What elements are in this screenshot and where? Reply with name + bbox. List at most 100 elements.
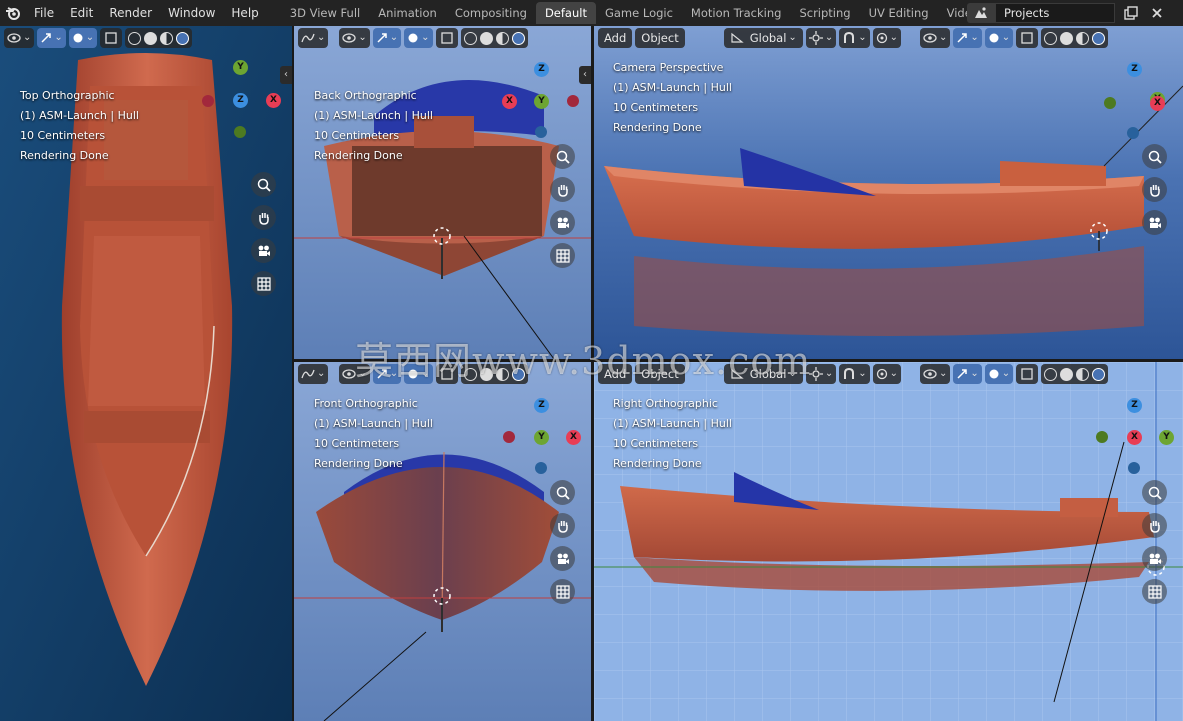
pivot-point-dropdown[interactable] xyxy=(805,28,837,48)
scene-icon[interactable] xyxy=(967,3,995,23)
zoom-icon[interactable] xyxy=(550,480,575,505)
tab-game-logic[interactable]: Game Logic xyxy=(596,2,682,24)
wireframe-shading-icon[interactable] xyxy=(1044,31,1058,45)
area-divider[interactable] xyxy=(292,26,294,721)
camera-view-icon[interactable] xyxy=(550,546,575,571)
tab-compositing[interactable]: Compositing xyxy=(446,2,536,24)
material-shading-icon[interactable] xyxy=(160,31,174,45)
axis-x-icon[interactable]: X xyxy=(566,430,581,445)
material-shading-icon[interactable] xyxy=(1076,367,1090,381)
gizmo-toggle[interactable] xyxy=(372,28,402,48)
menu-render[interactable]: Render xyxy=(101,0,160,26)
menu-file[interactable]: File xyxy=(26,0,62,26)
visibility-dropdown[interactable] xyxy=(919,364,951,384)
rendered-shading-icon[interactable] xyxy=(511,31,525,45)
xray-toggle[interactable] xyxy=(435,28,458,48)
viewport-back-orthographic[interactable]: Back Orthographic (1) ASM-Launch | Hull … xyxy=(294,26,591,359)
axis-neg-z-icon[interactable] xyxy=(535,126,547,138)
pan-hand-icon[interactable] xyxy=(251,205,276,230)
axis-y-icon[interactable]: Y xyxy=(233,60,248,75)
snap-dropdown[interactable] xyxy=(839,28,870,48)
ortho-grid-icon[interactable] xyxy=(1142,579,1167,604)
xray-toggle[interactable] xyxy=(1016,364,1039,384)
axis-neg-y-icon[interactable] xyxy=(1096,431,1108,443)
delete-scene-icon[interactable] xyxy=(1147,4,1167,22)
visibility-dropdown[interactable] xyxy=(4,28,35,48)
axis-z-icon[interactable]: Z xyxy=(233,93,248,108)
axis-z-icon[interactable]: Z xyxy=(1127,62,1142,77)
navigation-gizmo-camera[interactable]: Z Y X xyxy=(1094,60,1180,140)
editor-type-dropdown[interactable] xyxy=(298,364,329,384)
blender-logo-icon[interactable] xyxy=(0,0,26,26)
axis-neg-x-icon[interactable] xyxy=(567,95,579,107)
ortho-grid-icon[interactable] xyxy=(550,579,575,604)
pan-hand-icon[interactable] xyxy=(1142,177,1167,202)
camera-view-icon[interactable] xyxy=(550,210,575,235)
pan-hand-icon[interactable] xyxy=(1142,513,1167,538)
collapse-region-arrow[interactable]: ‹ xyxy=(280,66,292,84)
axis-y-icon[interactable]: Y xyxy=(1159,430,1174,445)
axis-x-icon[interactable]: X xyxy=(502,94,517,109)
axis-neg-x-icon[interactable] xyxy=(202,95,214,107)
navigation-gizmo-top[interactable]: Y Z X xyxy=(198,60,288,150)
axis-z-icon[interactable]: Z xyxy=(1127,398,1142,413)
menu-help[interactable]: Help xyxy=(223,0,266,26)
axis-neg-z-icon[interactable] xyxy=(535,462,547,474)
scene-selector[interactable]: Projects xyxy=(967,3,1115,23)
overlay-toggle[interactable] xyxy=(984,28,1014,48)
solid-shading-icon[interactable] xyxy=(1060,31,1074,45)
rendered-shading-icon[interactable] xyxy=(176,31,190,45)
transform-orientation-dropdown[interactable]: Global xyxy=(723,28,803,48)
material-shading-icon[interactable] xyxy=(1076,31,1090,45)
zoom-icon[interactable] xyxy=(1142,480,1167,505)
axis-neg-z-icon[interactable] xyxy=(1128,462,1140,474)
overlay-toggle[interactable] xyxy=(984,364,1014,384)
ortho-grid-icon[interactable] xyxy=(251,271,276,296)
axis-neg-x-icon[interactable] xyxy=(503,431,515,443)
gizmo-toggle[interactable] xyxy=(953,364,982,384)
collapse-region-arrow[interactable]: ‹ xyxy=(579,66,591,84)
add-menu[interactable]: Add xyxy=(598,28,633,48)
snap-dropdown[interactable] xyxy=(839,364,870,384)
editor-type-dropdown[interactable] xyxy=(298,28,329,48)
axis-y-icon[interactable]: Y xyxy=(534,430,549,445)
gizmo-toggle[interactable] xyxy=(953,28,982,48)
tab-scripting[interactable]: Scripting xyxy=(790,2,859,24)
ortho-grid-icon[interactable] xyxy=(550,243,575,268)
axis-x-icon[interactable]: X xyxy=(1127,430,1142,445)
xray-toggle[interactable] xyxy=(100,28,123,48)
axis-x-icon[interactable]: X xyxy=(1150,96,1165,111)
camera-view-icon[interactable] xyxy=(1142,210,1167,235)
axis-neg-y-icon[interactable] xyxy=(1104,97,1116,109)
axis-z-icon[interactable]: Z xyxy=(534,62,549,77)
zoom-icon[interactable] xyxy=(550,144,575,169)
viewport-right-orthographic[interactable]: Add Object Global Right Orthographic (1)… xyxy=(594,362,1183,721)
material-shading-icon[interactable] xyxy=(495,31,509,45)
rendered-shading-icon[interactable] xyxy=(1092,367,1106,381)
solid-shading-icon[interactable] xyxy=(1060,367,1074,381)
axis-x-icon[interactable]: X xyxy=(266,93,281,108)
overlay-toggle[interactable] xyxy=(68,28,98,48)
visibility-dropdown[interactable] xyxy=(339,28,370,48)
menu-window[interactable]: Window xyxy=(160,0,223,26)
overlay-toggle[interactable] xyxy=(404,28,433,48)
camera-view-icon[interactable] xyxy=(251,238,276,263)
navigation-gizmo-back[interactable]: Z X Y xyxy=(494,60,584,140)
proportional-edit-dropdown[interactable] xyxy=(872,364,901,384)
wireframe-shading-icon[interactable] xyxy=(1044,367,1058,381)
pan-hand-icon[interactable] xyxy=(550,513,575,538)
axis-neg-y-icon[interactable] xyxy=(234,126,246,138)
camera-view-icon[interactable] xyxy=(1142,546,1167,571)
viewport-top-orthographic[interactable]: Top Orthographic (1) ASM-Launch | Hull 1… xyxy=(0,26,292,721)
xray-toggle[interactable] xyxy=(1016,28,1039,48)
axis-z-icon[interactable]: Z xyxy=(534,398,549,413)
visibility-dropdown[interactable] xyxy=(919,28,951,48)
solid-shading-icon[interactable] xyxy=(479,31,493,45)
object-menu[interactable]: Object xyxy=(635,28,685,48)
wireframe-shading-icon[interactable] xyxy=(128,31,142,45)
tab-uv-editing[interactable]: UV Editing xyxy=(860,2,938,24)
wireframe-shading-icon[interactable] xyxy=(463,31,477,45)
gizmo-toggle[interactable] xyxy=(37,28,66,48)
axis-y-icon[interactable]: Y xyxy=(534,94,549,109)
duplicate-scene-icon[interactable] xyxy=(1121,4,1141,22)
